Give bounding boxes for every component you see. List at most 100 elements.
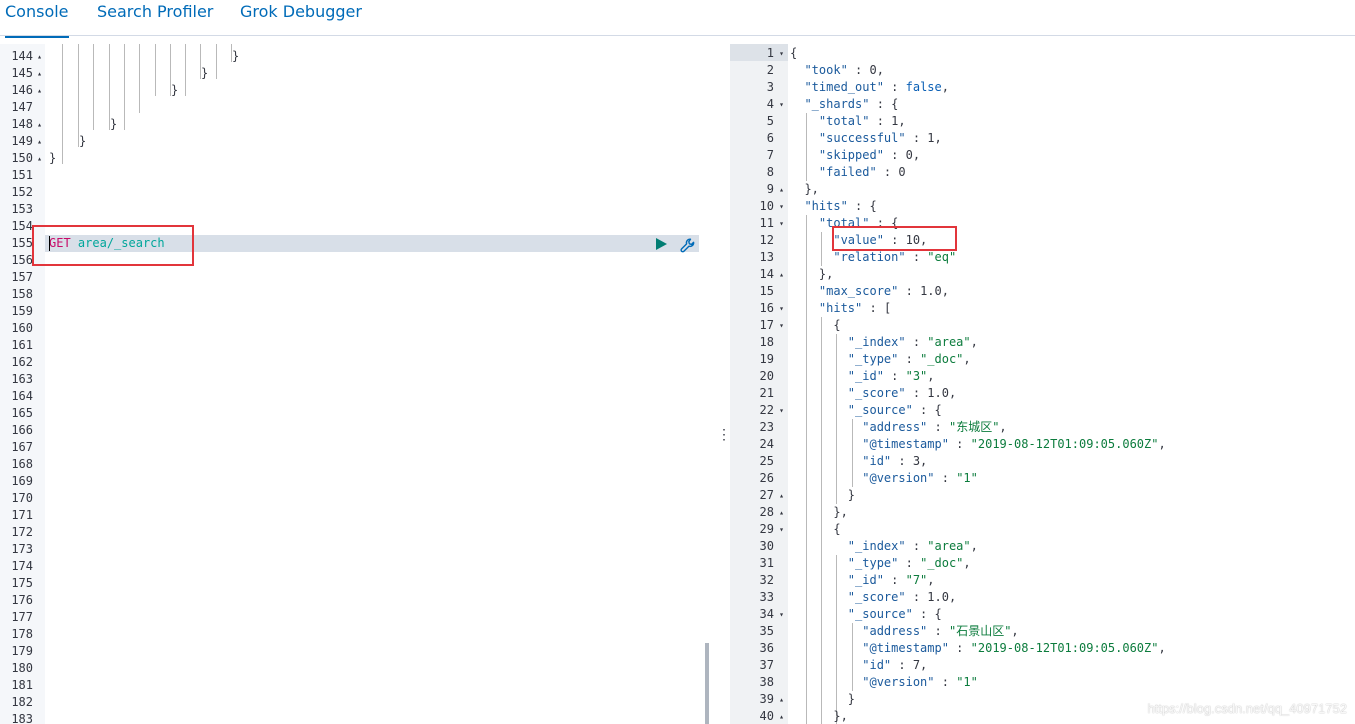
response-line-number: 40 ▴ <box>730 708 788 724</box>
fold-arrow-icon[interactable]: ▴ <box>779 181 784 198</box>
json-token: }, <box>790 182 819 196</box>
fold-arrow-icon[interactable]: ▾ <box>779 215 784 232</box>
request-editor-gutter: 144 ▴ 145 ▴ 146 ▴ 147 148 ▴ 149 ▴ 150 ▴ 151 152 153 154 1… <box>0 44 45 724</box>
fold-arrow-icon[interactable]: ▾ <box>779 521 784 538</box>
tab-grok-debugger[interactable]: Grok Debugger <box>240 1 362 37</box>
json-token: : 0 <box>876 165 906 179</box>
json-string: "1" <box>956 675 978 689</box>
json-boolean: false <box>905 80 942 94</box>
drag-handle-icon[interactable]: ⋮ <box>717 426 731 442</box>
response-line-number: 8 <box>730 164 788 181</box>
json-token: , <box>1011 624 1019 638</box>
line-number-text: 20 <box>759 369 774 383</box>
fold-arrow-icon[interactable]: ▾ <box>779 402 784 419</box>
fold-arrow-icon[interactable]: ▴ <box>37 116 42 133</box>
request-editor-scrollbar[interactable] <box>705 643 709 724</box>
fold-arrow-icon[interactable]: ▾ <box>779 45 784 62</box>
line-number-text: 4 <box>766 97 774 111</box>
indent-guide <box>93 44 94 130</box>
response-line: } <box>790 487 855 504</box>
fold-arrow-icon[interactable]: ▾ <box>779 300 784 317</box>
response-line: "successful" : 1, <box>790 130 942 147</box>
response-line: "@timestamp" : "2019-08-12T01:09:05.060Z… <box>790 436 1165 453</box>
tab-console[interactable]: Console <box>5 1 69 38</box>
line-number-text: 177 <box>11 610 33 624</box>
line-number-text: 26 <box>759 471 774 485</box>
line-number: 173 <box>0 541 45 558</box>
line-number: 149 ▴ <box>0 133 45 150</box>
line-number: 151 <box>0 167 45 184</box>
line-number-text: 167 <box>11 440 33 454</box>
fold-arrow-icon[interactable]: ▾ <box>779 96 784 113</box>
response-line-number: 36 <box>730 640 788 657</box>
line-number-text: 148 <box>11 117 33 131</box>
json-string: "_doc" <box>920 556 964 570</box>
line-number-text: 179 <box>11 644 33 658</box>
fold-arrow-icon[interactable]: ▴ <box>37 82 42 99</box>
fold-arrow-icon[interactable]: ▾ <box>779 198 784 215</box>
fold-arrow-icon[interactable]: ▴ <box>37 150 42 167</box>
line-number-text: 35 <box>759 624 774 638</box>
response-line-number: 37 <box>730 657 788 674</box>
json-token: }, <box>790 505 848 519</box>
fold-arrow-icon[interactable]: ▴ <box>779 487 784 504</box>
fold-arrow-icon[interactable]: ▴ <box>37 48 42 65</box>
response-line-number: 7 <box>730 147 788 164</box>
line-number-text: 39 <box>759 692 774 706</box>
fold-arrow-icon[interactable]: ▴ <box>37 65 42 82</box>
line-number-text: 164 <box>11 389 33 403</box>
response-line-number: 23 <box>730 419 788 436</box>
request-editor[interactable]: 144 ▴ 145 ▴ 146 ▴ 147 148 ▴ 149 ▴ 150 ▴ 151 152 153 154 1… <box>0 44 715 724</box>
fold-arrow-icon[interactable]: ▾ <box>779 317 784 334</box>
response-line: "id" : 3, <box>790 453 927 470</box>
tab-search-profiler[interactable]: Search Profiler <box>97 1 213 37</box>
annotation-box-request <box>32 225 194 266</box>
json-string: "3" <box>905 369 928 383</box>
line-number-text: 169 <box>11 474 33 488</box>
response-line: "_score" : 1.0, <box>790 589 956 606</box>
fold-arrow-icon[interactable]: ▴ <box>779 691 784 708</box>
fold-arrow-icon[interactable]: ▴ <box>37 133 42 150</box>
json-token: : <box>898 352 921 366</box>
play-icon[interactable] <box>654 237 668 251</box>
fold-arrow-icon[interactable]: ▴ <box>779 504 784 521</box>
line-number-text: 155 <box>11 236 33 250</box>
annotation-box-value <box>832 226 957 251</box>
response-line: "_shards" : { <box>790 96 898 113</box>
json-key: "hits" <box>804 199 848 213</box>
fold-arrow-icon[interactable]: ▾ <box>779 606 784 623</box>
fold-arrow-icon[interactable]: ▴ <box>779 708 784 724</box>
line-number: 178 <box>0 626 45 643</box>
code-line-144: } <box>232 49 240 63</box>
line-number: 160 <box>0 320 45 337</box>
response-gutter: 1 ▾ 2 3 4 ▾ 5 6 7 8 9 ▴ 10 ▾ 11 ▾ 12 13 14 ▴ 15 16 ▾ 17 ▾ 18 19 20 2… <box>730 44 788 724</box>
wrench-icon[interactable] <box>679 237 696 254</box>
fold-arrow-icon[interactable]: ▴ <box>779 266 784 283</box>
line-number-text: 174 <box>11 559 33 573</box>
response-line: "_type" : "_doc", <box>790 555 971 572</box>
response-line-number: 38 <box>730 674 788 691</box>
console-tabs: Console Search Profiler Grok Debugger <box>0 0 1355 38</box>
json-key: "id" <box>862 658 892 672</box>
line-number: 146 ▴ <box>0 82 45 99</box>
json-token: }, <box>790 267 834 281</box>
line-number-text: 180 <box>11 661 33 675</box>
line-number: 174 <box>0 558 45 575</box>
json-key: "took" <box>804 63 848 77</box>
response-line-number: 22 ▾ <box>730 402 788 419</box>
json-token: : 0, <box>883 148 921 162</box>
line-number-text: 18 <box>759 335 774 349</box>
line-number-text: 30 <box>759 539 774 553</box>
line-number: 179 <box>0 643 45 660</box>
line-number: 148 ▴ <box>0 116 45 133</box>
response-line-number: 33 <box>730 589 788 606</box>
indent-guide <box>124 44 125 130</box>
line-number-text: 29 <box>759 522 774 536</box>
